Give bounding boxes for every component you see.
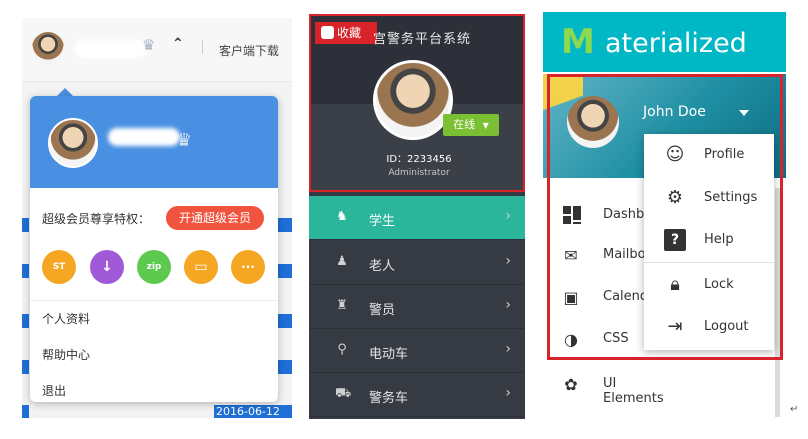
open-vip-button[interactable]: 开通超级会员 xyxy=(166,206,264,230)
download-icon[interactable]: ↓ xyxy=(90,250,124,284)
menu-item-help[interactable]: ? Help xyxy=(644,219,774,261)
sidebar-label: Calend xyxy=(603,289,649,304)
caret-down-icon[interactable] xyxy=(739,110,749,116)
help-icon: ? xyxy=(664,229,686,251)
elder-icon: ♟ xyxy=(336,254,348,269)
profile-header: 收藏 宫警务平台系统 在线 ▼ ID：2233456 Administrator xyxy=(309,14,525,192)
scrollbar[interactable] xyxy=(775,188,780,417)
face-icon: ☺ xyxy=(665,144,685,165)
more-icon[interactable]: ··· xyxy=(231,250,265,284)
chevron-right-icon: › xyxy=(505,297,511,313)
nav-label: 警员 xyxy=(369,303,396,318)
sidebar-label: UI Elements xyxy=(603,376,664,406)
chevron-right-icon: › xyxy=(505,208,511,224)
brand-logo-letter: M xyxy=(561,22,595,62)
menu-label: Lock xyxy=(704,277,734,292)
user-id: ID：2233456 xyxy=(386,154,452,165)
blurred-username xyxy=(108,128,180,146)
background-row xyxy=(22,405,29,418)
background-date-cell: 2016-06-12 xyxy=(214,405,292,418)
user-name[interactable]: John Doe xyxy=(643,104,706,120)
chevron-up-icon[interactable]: ⌃ xyxy=(172,36,184,52)
menu-item-profile[interactable]: 个人资料 xyxy=(42,310,90,327)
css-icon: ◑ xyxy=(564,330,578,349)
menu-item-help[interactable]: 帮助中心 xyxy=(42,346,90,363)
palette-icon: ✿ xyxy=(564,375,578,394)
status-dropdown[interactable]: 在线 ▼ xyxy=(443,114,499,136)
nav-item-student[interactable]: ♞ 学生 › xyxy=(309,196,525,240)
nav-label: 老人 xyxy=(369,259,396,274)
scooter-icon: ⚲ xyxy=(337,342,347,357)
date-text: 2016-06-12 xyxy=(216,405,280,418)
blurred-username xyxy=(74,40,146,58)
client-download-link[interactable]: 客户端下载 xyxy=(219,42,279,59)
dropdown-header: ♛ xyxy=(30,96,278,188)
nav-label: 电动车 xyxy=(369,347,409,362)
nav-item-elder[interactable]: ♟ 老人 › xyxy=(309,241,525,285)
separator xyxy=(202,40,203,54)
nav-item-scooter[interactable]: ⚲ 电动车 › xyxy=(309,329,525,373)
nav-label: 警务车 xyxy=(369,391,409,406)
caret-down-icon: ▼ xyxy=(482,121,489,130)
user-avatar[interactable] xyxy=(48,118,98,168)
folder-icon[interactable]: ▭ xyxy=(184,250,218,284)
calendar-icon: ▣ xyxy=(563,288,579,307)
favorite-badge[interactable]: 收藏 xyxy=(315,22,377,44)
return-mark: ↵ xyxy=(790,404,799,415)
crown-icon: ♛ xyxy=(142,36,156,54)
top-bar: ♛ ⌃ 客户端下载 xyxy=(22,18,292,82)
bookmark-icon xyxy=(321,26,334,39)
menu-item-settings[interactable]: ⚙ Settings xyxy=(644,177,774,219)
mail-icon: ✉ xyxy=(564,246,578,265)
menu-item-lock[interactable]: 🔒︎ Lock xyxy=(644,264,774,306)
materialized-admin-panel: M aterialized John Doe Dashbo ✉ Mailbo ▣… xyxy=(543,12,786,417)
dashboard-icon xyxy=(563,206,581,224)
lock-icon: 🔒︎ xyxy=(670,274,680,295)
menu-label: Logout xyxy=(704,319,749,334)
nav-item-police-car[interactable]: ⛟ 警务车 › xyxy=(309,373,525,417)
vip-privilege-label: 超级会员尊享特权： xyxy=(42,212,151,226)
user-dropdown: ♛ 超级会员尊享特权： 开通超级会员 ST ↓ zip ▭ ··· 个人资料 帮… xyxy=(30,96,278,402)
cloud-storage-user-panel: ♛ ⌃ 客户端下载 2016-06-12 ♛ 超级会员尊享特权： 开通超级会员 … xyxy=(22,18,292,418)
brand-header: M aterialized xyxy=(543,12,786,72)
user-dropdown-menu: ☺ Profile ⚙ Settings ? Help 🔒︎ Lock ⇥ Lo… xyxy=(644,134,774,350)
user-avatar[interactable] xyxy=(567,96,619,148)
nav-label: 学生 xyxy=(369,214,396,229)
user-avatar[interactable] xyxy=(373,60,453,140)
chevron-right-icon: › xyxy=(505,385,511,401)
user-role: Administrator xyxy=(388,168,450,178)
favorite-label: 收藏 xyxy=(337,26,362,40)
menu-label: Profile xyxy=(704,147,745,162)
police-icon: ♜ xyxy=(336,298,348,313)
user-avatar-small[interactable] xyxy=(32,32,64,64)
zip-icon[interactable]: zip xyxy=(137,250,171,284)
chevron-right-icon: › xyxy=(505,341,511,357)
menu-item-profile[interactable]: ☺ Profile xyxy=(644,134,774,176)
menu-item-logout[interactable]: 退出 xyxy=(42,382,66,399)
police-system-sidebar: 收藏 宫警务平台系统 在线 ▼ ID：2233456 Administrator… xyxy=(309,14,525,419)
chevron-right-icon: › xyxy=(505,253,511,269)
menu-label: Help xyxy=(704,232,734,247)
status-label: 在线 xyxy=(453,118,476,131)
system-title: 宫警务平台系统 xyxy=(373,32,472,47)
menu-item-logout[interactable]: ⇥ Logout xyxy=(644,306,774,348)
logout-icon: ⇥ xyxy=(667,316,683,337)
crown-icon: ♛ xyxy=(176,130,193,151)
divider xyxy=(30,300,278,301)
student-icon: ♞ xyxy=(336,209,348,224)
sidebar-label: CSS xyxy=(603,331,629,346)
sidebar-label: Mailbo xyxy=(603,247,646,262)
nav-item-police[interactable]: ♜ 警员 › xyxy=(309,285,525,329)
gear-icon: ⚙ xyxy=(666,187,684,208)
speed-test-icon[interactable]: ST xyxy=(42,250,76,284)
police-car-icon: ⛟ xyxy=(335,386,352,401)
brand-name: aterialized xyxy=(605,28,747,59)
menu-label: Settings xyxy=(704,190,758,205)
menu-divider xyxy=(644,262,774,263)
